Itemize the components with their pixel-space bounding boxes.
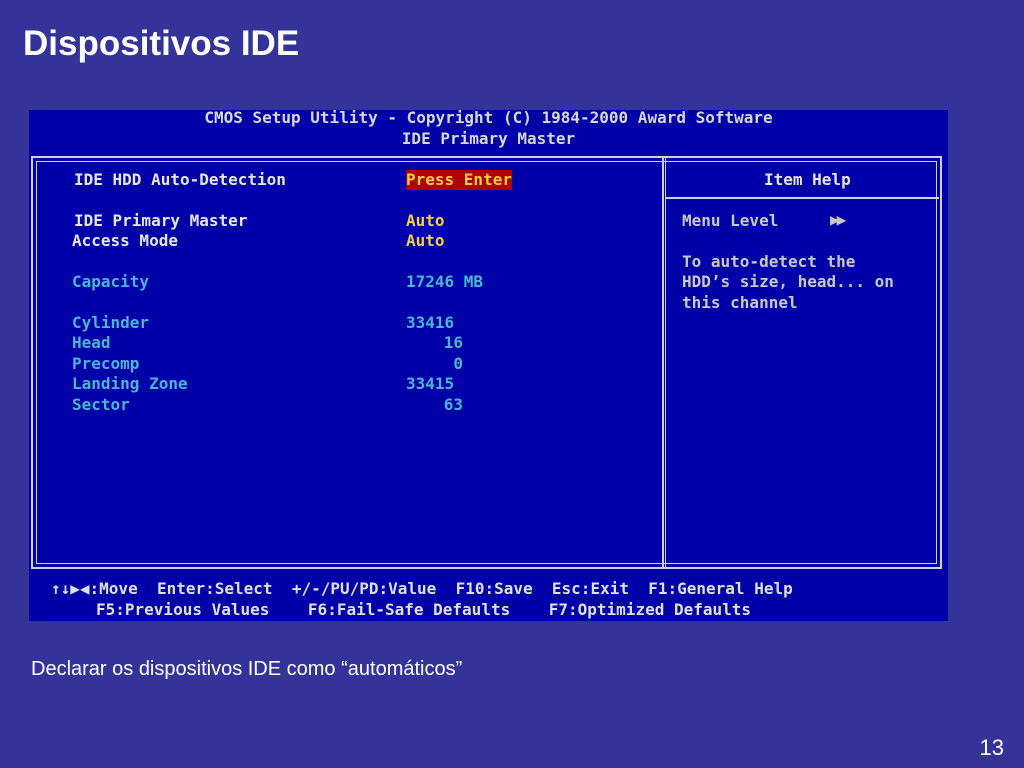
bios-header-subtitle: IDE Primary Master xyxy=(401,129,576,148)
menu-level-arrows-icon: ▶▶ xyxy=(830,210,846,229)
item-label-auto-detection[interactable]: IDE HDD Auto-Detection xyxy=(74,170,286,190)
item-value-landing-zone: 33415 xyxy=(406,374,455,393)
item-label-primary-master[interactable]: IDE Primary Master xyxy=(74,211,247,231)
slide-caption: Declarar os dispositivos IDE como “autom… xyxy=(31,658,463,680)
item-label-cylinder: Cylinder xyxy=(72,313,150,332)
item-value-capacity: 17246 MB xyxy=(406,272,484,291)
bios-screen: CMOS Setup Utility - Copyright (C) 1984-… xyxy=(29,108,948,621)
footer-keys-line-2: F5:Previous Values F6:Fail-Safe Defaults… xyxy=(96,600,752,619)
help-title-separator xyxy=(666,197,939,199)
help-divider xyxy=(662,158,666,567)
help-text-line-2: HDD’s size, head... on xyxy=(682,272,894,291)
item-label-precomp: Precomp xyxy=(72,354,140,373)
menu-level-label: Menu Level xyxy=(682,211,779,230)
item-label-capacity: Capacity xyxy=(72,272,150,291)
item-help-title: Item Help xyxy=(764,170,851,189)
item-label-access-mode[interactable]: Access Mode xyxy=(72,231,178,251)
item-value-sector: 63 xyxy=(443,395,463,414)
item-value-access-mode[interactable]: Auto xyxy=(406,231,445,251)
item-label-landing-zone: Landing Zone xyxy=(72,374,188,393)
page-number: 13 xyxy=(979,735,1004,760)
footer-keys-line-1: ↑↓▶◀:Move Enter:Select +/-/PU/PD:Value F… xyxy=(51,579,793,598)
item-value-primary-master[interactable]: Auto xyxy=(406,211,445,231)
slide-title: Dispositivos IDE xyxy=(23,24,300,63)
item-value-precomp: 0 xyxy=(453,354,463,373)
item-label-head: Head xyxy=(72,333,111,352)
item-value-head: 16 xyxy=(443,333,463,352)
item-value-auto-detection[interactable]: Press Enter xyxy=(406,170,512,190)
item-label-sector: Sector xyxy=(72,395,130,414)
bios-header-title: CMOS Setup Utility - Copyright (C) 1984-… xyxy=(204,108,773,127)
help-text-line-1: To auto-detect the xyxy=(682,252,856,271)
item-value-cylinder: 33416 xyxy=(406,313,455,332)
help-text-line-3: this channel xyxy=(682,293,798,312)
